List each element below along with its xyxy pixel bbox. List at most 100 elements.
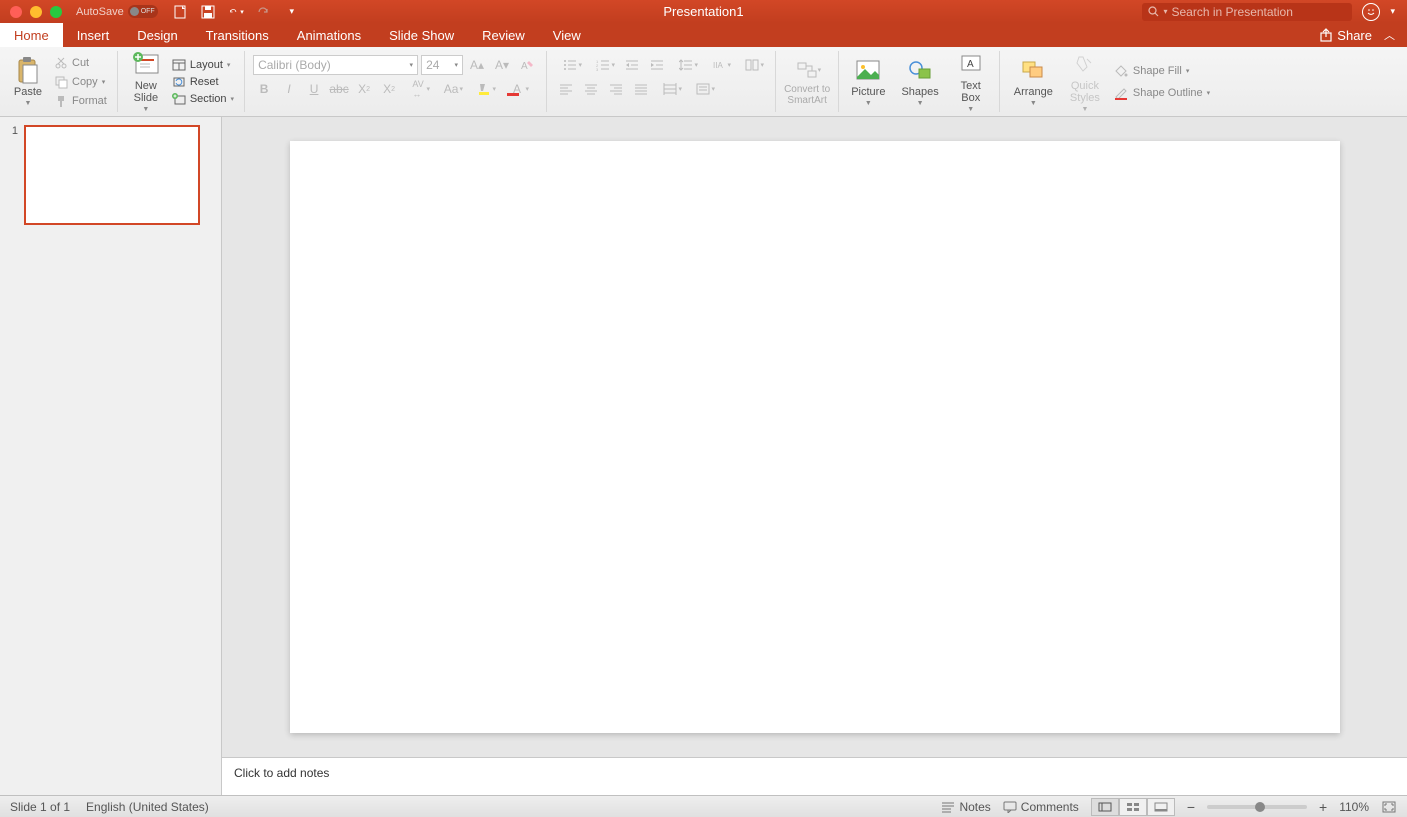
text-direction-button[interactable]: IIA [704,55,734,75]
feedback-icon[interactable] [1362,3,1380,21]
autosave-toggle[interactable]: OFF [128,5,158,18]
reset-button[interactable]: Reset [170,75,236,89]
slide-sorter-view-button[interactable] [1119,798,1147,816]
reset-icon [172,76,186,88]
bullets-button[interactable] [555,55,585,75]
search-placeholder: Search in Presentation [1171,5,1292,19]
numbering-button[interactable]: 123 [588,55,618,75]
tab-insert[interactable]: Insert [63,23,124,47]
tab-transitions[interactable]: Transitions [192,23,283,47]
decrease-indent-button[interactable] [621,55,643,75]
quick-styles-button[interactable]: Quick Styles ▼ [1065,48,1105,115]
share-button[interactable]: Share [1319,28,1372,43]
tab-design[interactable]: Design [123,23,191,47]
font-family-select[interactable]: Calibri (Body)▾ [253,55,418,75]
increase-font-icon[interactable]: A▴ [466,55,488,75]
decrease-font-icon[interactable]: A▾ [491,55,513,75]
collapse-ribbon-icon[interactable]: ︿ [1384,27,1395,43]
cut-button[interactable]: Cut [52,55,109,71]
align-right-button[interactable] [605,79,627,99]
text-box-button[interactable]: A Text Box ▼ [951,48,991,115]
qat-customize-icon[interactable]: ▾ [284,4,300,20]
notes-pane[interactable]: Click to add notes [222,757,1407,795]
shape-outline-button[interactable]: Shape Outline▾ [1113,86,1210,100]
change-case-button[interactable]: Aa [436,79,466,99]
shapes-button[interactable]: Shapes▼ [897,54,942,109]
slide-counter[interactable]: Slide 1 of 1 [10,800,70,814]
clipboard-group: Paste ▼ Cut Copy▾ Format [0,51,118,112]
format-painter-button[interactable]: Format [52,93,109,109]
highlight-button[interactable] [469,79,499,99]
line-spacing-button[interactable] [671,55,701,75]
zoom-level[interactable]: 110% [1339,800,1369,814]
italic-button[interactable]: I [278,79,300,99]
notes-placeholder: Click to add notes [234,766,329,780]
section-button[interactable]: Section▾ [170,92,236,106]
columns-button[interactable] [737,55,767,75]
main-area: 1 Click to add notes [0,117,1407,795]
bold-button[interactable]: B [253,79,275,99]
zoom-out-button[interactable]: − [1187,799,1195,815]
tab-review[interactable]: Review [468,23,539,47]
tab-animations[interactable]: Animations [283,23,375,47]
increase-indent-button[interactable] [646,55,668,75]
paintbrush-icon [54,94,68,108]
arrange-button[interactable]: Arrange▼ [1010,54,1057,109]
convert-smartart-button[interactable] [790,58,824,82]
maximize-window-button[interactable] [50,6,62,18]
thumbnail-row[interactable]: 1 [8,125,213,225]
slide-canvas-viewport[interactable] [222,117,1407,757]
svg-text:A: A [521,61,528,72]
fit-to-window-button[interactable] [1381,800,1397,814]
clear-formatting-icon[interactable]: A [516,55,538,75]
align-left-button[interactable] [555,79,577,99]
paste-button[interactable]: Paste ▼ [8,54,48,109]
slide-thumbnail[interactable] [24,125,200,225]
language-indicator[interactable]: English (United States) [86,800,209,814]
shape-fill-button[interactable]: Shape Fill▾ [1113,64,1210,78]
pen-icon [1113,86,1129,100]
justify-button[interactable] [630,79,652,99]
subscript-button[interactable]: X2 [378,79,400,99]
search-box[interactable]: ▾ Search in Presentation [1142,3,1352,21]
comment-icon [1003,801,1017,813]
layout-icon [172,59,186,71]
copy-button[interactable]: Copy▾ [52,74,109,90]
superscript-button[interactable]: X2 [353,79,375,99]
format-group: Arrange▼ Quick Styles ▼ Shape Fill▾ Shap… [1000,51,1220,112]
feedback-dropdown-icon[interactable]: ▾ [1390,6,1395,17]
redo-icon[interactable] [256,4,272,20]
section-icon [172,93,186,105]
picture-button[interactable]: Picture▼ [847,54,889,109]
zoom-slider[interactable] [1207,805,1307,809]
tab-view[interactable]: View [539,23,595,47]
strikethrough-button[interactable]: abc [328,79,350,99]
slides-group: New Slide ▼ Layout▾ Reset Section▾ [118,51,245,112]
tab-home[interactable]: Home [0,23,63,47]
save-icon[interactable] [200,4,216,20]
comments-button[interactable]: Comments [1003,800,1079,814]
character-spacing-button[interactable]: AV↔ [403,79,433,99]
smartart-group: Convert to SmartArt [776,51,839,112]
distributed-button[interactable] [655,79,685,99]
align-center-button[interactable] [580,79,602,99]
zoom-slider-thumb[interactable] [1255,802,1265,812]
minimize-window-button[interactable] [30,6,42,18]
new-slide-button[interactable]: New Slide ▼ [126,48,166,115]
font-color-button[interactable]: A [502,79,532,99]
notes-toggle-button[interactable]: Notes [941,800,990,814]
zoom-in-button[interactable]: + [1319,799,1327,815]
align-text-button[interactable] [688,79,718,99]
file-icon[interactable] [172,4,188,20]
normal-view-button[interactable] [1091,798,1119,816]
font-size-select[interactable]: 24▾ [421,55,463,75]
layout-button[interactable]: Layout▾ [170,58,236,72]
close-window-button[interactable] [10,6,22,18]
tab-slide-show[interactable]: Slide Show [375,23,468,47]
underline-button[interactable]: U [303,79,325,99]
reading-view-button[interactable] [1147,798,1175,816]
autosave-control[interactable]: AutoSave OFF [76,5,158,18]
undo-icon[interactable]: ▾ [228,4,244,20]
slide-thumbnails-panel[interactable]: 1 [0,117,222,795]
slide-canvas[interactable] [290,141,1340,733]
